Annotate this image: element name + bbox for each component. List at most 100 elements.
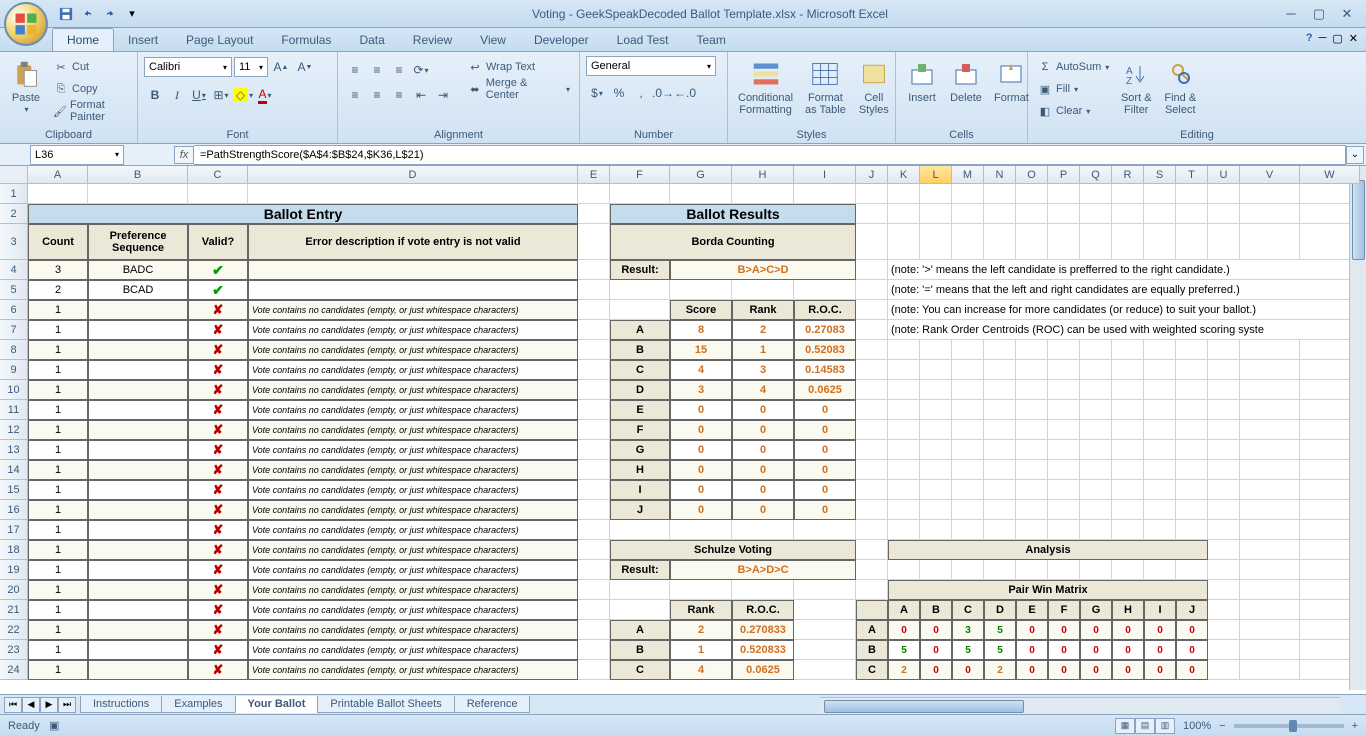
cell[interactable] xyxy=(1240,400,1300,420)
page-layout-view-button[interactable]: ▤ xyxy=(1135,718,1155,734)
column-header[interactable]: I xyxy=(794,166,856,184)
cell[interactable] xyxy=(984,460,1016,480)
cell[interactable] xyxy=(1176,420,1208,440)
cell[interactable] xyxy=(732,520,794,540)
cell[interactable] xyxy=(578,580,610,600)
cell[interactable] xyxy=(1048,480,1080,500)
cell[interactable]: C xyxy=(952,600,984,620)
cell[interactable] xyxy=(1240,600,1300,620)
cell[interactable] xyxy=(856,300,888,320)
copy-button[interactable]: ⎘Copy xyxy=(50,78,131,100)
cell[interactable] xyxy=(1144,224,1176,260)
help-icon[interactable]: ? xyxy=(1306,32,1313,45)
cell[interactable] xyxy=(888,360,920,380)
sheet-tab[interactable]: Instructions xyxy=(80,696,162,713)
cell[interactable] xyxy=(1016,560,1048,580)
cell[interactable] xyxy=(610,184,670,204)
cell[interactable] xyxy=(1144,400,1176,420)
cell[interactable]: F xyxy=(1048,600,1080,620)
row-header[interactable]: 1 xyxy=(0,184,28,204)
align-middle-button[interactable]: ≡ xyxy=(366,59,388,81)
row-header[interactable]: 2 xyxy=(0,204,28,224)
cell[interactable] xyxy=(88,620,188,640)
comma-button[interactable]: , xyxy=(630,82,652,104)
cell[interactable]: Vote contains no candidates (empty, or j… xyxy=(248,560,578,580)
cell[interactable] xyxy=(1240,460,1300,480)
cell[interactable] xyxy=(1048,500,1080,520)
row-header[interactable]: 8 xyxy=(0,340,28,360)
cell[interactable] xyxy=(1240,224,1300,260)
wrap-text-button[interactable]: ↩Wrap Text xyxy=(464,56,573,78)
cell[interactable] xyxy=(1208,600,1240,620)
cell[interactable]: 0 xyxy=(1016,640,1048,660)
name-box[interactable]: L36▾ xyxy=(30,145,124,165)
cell[interactable]: ✘ xyxy=(188,400,248,420)
cell[interactable]: D xyxy=(984,600,1016,620)
cell[interactable]: 0.0625 xyxy=(732,660,794,680)
cell[interactable]: 1 xyxy=(28,500,88,520)
cell[interactable]: Count xyxy=(28,224,88,260)
zoom-level[interactable]: 100% xyxy=(1183,720,1211,732)
cell[interactable]: 0 xyxy=(732,500,794,520)
cell[interactable] xyxy=(794,280,856,300)
cell[interactable] xyxy=(1080,420,1112,440)
cell[interactable]: A xyxy=(610,320,670,340)
cell[interactable] xyxy=(578,420,610,440)
cell[interactable]: J xyxy=(1176,600,1208,620)
align-left-button[interactable]: ≡ xyxy=(344,84,366,106)
cell[interactable]: 0 xyxy=(794,480,856,500)
cell[interactable]: ✘ xyxy=(188,380,248,400)
cell[interactable] xyxy=(578,380,610,400)
cell[interactable] xyxy=(1112,460,1144,480)
cell[interactable] xyxy=(88,380,188,400)
cell[interactable]: Result: xyxy=(610,560,670,580)
cell[interactable]: ✘ xyxy=(188,360,248,380)
border-button[interactable]: ⊞▾ xyxy=(210,84,232,106)
cell[interactable]: 0 xyxy=(1176,620,1208,640)
cell[interactable]: 1 xyxy=(28,420,88,440)
normal-view-button[interactable]: ▦ xyxy=(1115,718,1135,734)
cell[interactable] xyxy=(610,600,670,620)
cell[interactable] xyxy=(1240,204,1300,224)
column-header[interactable]: D xyxy=(248,166,578,184)
cell[interactable] xyxy=(248,184,578,204)
sheet-tab[interactable]: Reference xyxy=(454,696,531,713)
cell[interactable] xyxy=(1112,380,1144,400)
cell[interactable] xyxy=(1240,340,1300,360)
cell[interactable] xyxy=(1144,340,1176,360)
horizontal-scrollbar[interactable] xyxy=(820,697,1340,714)
cell[interactable]: F xyxy=(610,420,670,440)
row-header[interactable]: 12 xyxy=(0,420,28,440)
cell[interactable]: I xyxy=(1144,600,1176,620)
cell[interactable]: Vote contains no candidates (empty, or j… xyxy=(248,580,578,600)
row-header[interactable]: 15 xyxy=(0,480,28,500)
row-header[interactable]: 13 xyxy=(0,440,28,460)
cell[interactable] xyxy=(1176,560,1208,580)
column-header[interactable]: G xyxy=(670,166,732,184)
cell[interactable]: C xyxy=(856,660,888,680)
align-top-button[interactable]: ≡ xyxy=(344,59,366,81)
cell[interactable] xyxy=(88,340,188,360)
cell[interactable] xyxy=(1240,640,1300,660)
column-header[interactable]: F xyxy=(610,166,670,184)
cell[interactable]: J xyxy=(610,500,670,520)
cell[interactable] xyxy=(856,360,888,380)
row-header[interactable]: 6 xyxy=(0,300,28,320)
cell[interactable] xyxy=(952,460,984,480)
cell[interactable]: 0 xyxy=(732,400,794,420)
column-header[interactable]: K xyxy=(888,166,920,184)
cell[interactable] xyxy=(1048,360,1080,380)
zoom-in-button[interactable]: + xyxy=(1352,720,1358,732)
cell[interactable] xyxy=(1240,560,1300,580)
undo-icon[interactable] xyxy=(78,4,98,24)
cell[interactable] xyxy=(952,380,984,400)
cell[interactable]: 1 xyxy=(28,480,88,500)
row-header[interactable]: 10 xyxy=(0,380,28,400)
cell[interactable]: 1 xyxy=(28,560,88,580)
cell[interactable] xyxy=(610,280,670,300)
cell[interactable] xyxy=(1048,380,1080,400)
cell[interactable] xyxy=(1144,440,1176,460)
cell[interactable] xyxy=(1112,500,1144,520)
cell[interactable] xyxy=(670,280,732,300)
cell[interactable]: H xyxy=(1112,600,1144,620)
